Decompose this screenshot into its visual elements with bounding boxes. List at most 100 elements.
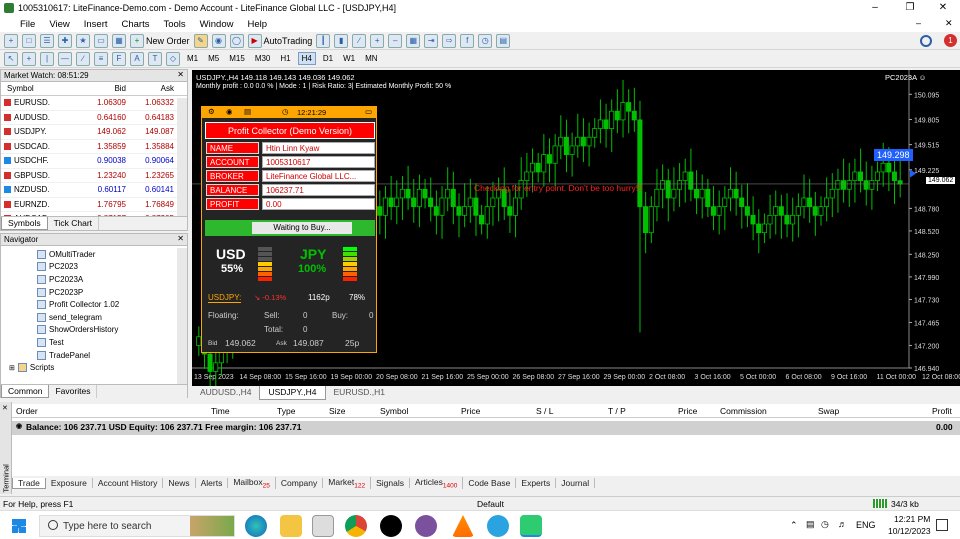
terminal-icon[interactable]: ▭ bbox=[94, 33, 108, 48]
fibonacci-icon[interactable]: F bbox=[112, 51, 126, 66]
col-ask[interactable]: Ask bbox=[126, 84, 174, 93]
menu-charts[interactable]: Charts bbox=[122, 19, 150, 30]
vps-icon[interactable]: ◯ bbox=[229, 33, 244, 48]
navigator-item[interactable]: OMultiTrader bbox=[1, 248, 187, 261]
notification-icon[interactable] bbox=[936, 519, 948, 531]
trendline-icon[interactable]: ∕ bbox=[76, 51, 90, 66]
market-watch-row[interactable]: EURNZD. 1.76795 1.76849 bbox=[1, 197, 187, 212]
col-price2[interactable]: Price bbox=[678, 406, 697, 416]
col-time[interactable]: Time bbox=[211, 406, 230, 416]
profiles-icon[interactable]: □ bbox=[22, 33, 36, 48]
text-icon[interactable]: A bbox=[130, 51, 144, 66]
tray-network-icon[interactable]: ▤ bbox=[806, 519, 815, 530]
close-button[interactable]: ✕ bbox=[928, 0, 958, 16]
tab-favorites[interactable]: Favorites bbox=[49, 385, 98, 398]
data-window-icon[interactable]: ✚ bbox=[58, 33, 72, 48]
navigator-item[interactable]: TradePanel bbox=[1, 349, 187, 362]
tester-icon[interactable]: ▦ bbox=[112, 33, 126, 48]
market-watch-icon[interactable]: ☰ bbox=[40, 33, 54, 48]
shapes-icon[interactable]: ◇ bbox=[166, 51, 180, 66]
col-sl[interactable]: S / L bbox=[536, 406, 553, 416]
timeframe-h4[interactable]: H4 bbox=[297, 52, 316, 65]
timeframe-m5[interactable]: M5 bbox=[205, 53, 222, 64]
col-order[interactable]: Order bbox=[16, 406, 38, 416]
navigator-close-icon[interactable]: ✕ bbox=[177, 234, 184, 243]
terminal-tab[interactable]: Trade bbox=[12, 477, 46, 489]
col-type[interactable]: Type bbox=[277, 406, 295, 416]
navigator-item[interactable]: ShowOrdersHistory bbox=[1, 324, 187, 337]
menu-close-icon[interactable]: ✕ bbox=[945, 18, 953, 29]
explorer-icon[interactable] bbox=[280, 515, 302, 537]
navigator-scripts[interactable]: ⊞ Scripts bbox=[1, 361, 187, 374]
menu-insert[interactable]: Insert bbox=[84, 19, 108, 30]
new-order-button[interactable]: + New Order bbox=[130, 33, 190, 48]
menu-help[interactable]: Help bbox=[247, 19, 267, 30]
menu-minimize-icon[interactable]: – bbox=[916, 18, 921, 28]
menu-tools[interactable]: Tools bbox=[163, 19, 185, 30]
col-profit[interactable]: Profit bbox=[932, 406, 952, 416]
chart-shift-icon[interactable]: ⇥ bbox=[424, 33, 439, 48]
signals-icon[interactable]: ◉ bbox=[211, 33, 226, 48]
market-watch-row[interactable]: GBPUSD. 1.23240 1.23265 bbox=[1, 168, 187, 183]
timeframe-h1[interactable]: H1 bbox=[277, 53, 293, 64]
windows-start-icon[interactable] bbox=[12, 519, 26, 533]
navigator-item[interactable]: send_telegram bbox=[1, 311, 187, 324]
wallet-icon[interactable]: ▤ bbox=[244, 107, 251, 116]
menu-file[interactable]: File bbox=[20, 19, 35, 30]
terminal-tab[interactable]: Articles1400 bbox=[410, 476, 464, 490]
market-watch-row[interactable]: NZDUSD. 0.60117 0.60141 bbox=[1, 183, 187, 198]
templates-icon[interactable]: ▤ bbox=[496, 33, 511, 48]
tile-windows-icon[interactable]: ▦ bbox=[406, 33, 421, 48]
tray-wifi-icon[interactable]: ◷ bbox=[821, 519, 829, 530]
navigator-item[interactable]: PC2023 bbox=[1, 261, 187, 274]
col-size[interactable]: Size bbox=[329, 406, 346, 416]
terminal-tab[interactable]: Account History bbox=[93, 478, 164, 488]
terminal-tab[interactable]: Journal bbox=[556, 478, 596, 488]
tab-common[interactable]: Common bbox=[1, 385, 50, 398]
profile-name[interactable]: Default bbox=[477, 499, 504, 509]
channel-icon[interactable]: ≡ bbox=[94, 51, 108, 66]
autotrading-button[interactable]: ▶ AutoTrading bbox=[247, 33, 312, 48]
tiktok-icon[interactable] bbox=[380, 515, 402, 537]
candlestick-icon[interactable]: ▮ bbox=[334, 33, 349, 48]
indicators-icon[interactable]: f bbox=[460, 33, 475, 48]
store-icon[interactable] bbox=[312, 515, 334, 537]
viber-icon[interactable] bbox=[415, 515, 437, 537]
timeframe-m15[interactable]: M15 bbox=[226, 53, 248, 64]
cursor-icon[interactable]: ↖ bbox=[4, 51, 18, 66]
expand-icon[interactable]: ⊞ bbox=[9, 364, 15, 372]
chart-tab-usdjpy[interactable]: USDJPY.,H4 bbox=[259, 386, 326, 400]
terminal-tab[interactable]: News bbox=[163, 478, 196, 488]
new-chart-icon[interactable]: + bbox=[4, 33, 18, 48]
market-watch-row[interactable]: USDCAD. 1.35859 1.35884 bbox=[1, 139, 187, 154]
minimize-panel-icon[interactable]: ▭ bbox=[365, 107, 372, 116]
terminal-close-icon[interactable]: ✕ bbox=[2, 404, 8, 412]
market-watch-row[interactable]: EURUSD. 1.06309 1.06332 bbox=[1, 96, 187, 111]
timeframe-m1[interactable]: M1 bbox=[184, 53, 201, 64]
vlc-icon[interactable] bbox=[452, 515, 474, 537]
label-icon[interactable]: T bbox=[148, 51, 162, 66]
navigator-item[interactable]: Profit Collector 1.02 bbox=[1, 298, 187, 311]
metatrader-icon[interactable] bbox=[520, 515, 542, 537]
tray-time[interactable]: 12:21 PM bbox=[894, 514, 930, 524]
taskbar-search[interactable]: Type here to search bbox=[39, 515, 235, 537]
search-icon[interactable] bbox=[920, 35, 932, 47]
col-tp[interactable]: T / P bbox=[608, 406, 626, 416]
balance-row[interactable]: ◉ Balance: 106 237.71 USD Equity: 106 23… bbox=[12, 421, 960, 435]
metaeditor-icon[interactable]: ✎ bbox=[193, 33, 208, 48]
restore-button[interactable]: ❐ bbox=[895, 0, 925, 16]
terminal-tab[interactable]: Market122 bbox=[323, 476, 372, 490]
periods-icon[interactable]: ◷ bbox=[478, 33, 493, 48]
terminal-tab[interactable]: Exposure bbox=[46, 478, 93, 488]
timeframe-w1[interactable]: W1 bbox=[340, 53, 358, 64]
autoscroll-icon[interactable]: ⇨ bbox=[442, 33, 457, 48]
col-swap[interactable]: Swap bbox=[818, 406, 839, 416]
timeframe-m30[interactable]: M30 bbox=[252, 53, 274, 64]
horizontal-line-icon[interactable]: — bbox=[58, 51, 72, 66]
zoom-out-icon[interactable]: – bbox=[388, 33, 403, 48]
terminal-tab[interactable]: Alerts bbox=[196, 478, 229, 488]
navigator-item[interactable]: PC2023P bbox=[1, 286, 187, 299]
tray-up-arrow-icon[interactable]: ⌃ bbox=[790, 520, 798, 531]
zoom-in-icon[interactable]: + bbox=[370, 33, 385, 48]
col-bid[interactable]: Bid bbox=[75, 84, 126, 93]
